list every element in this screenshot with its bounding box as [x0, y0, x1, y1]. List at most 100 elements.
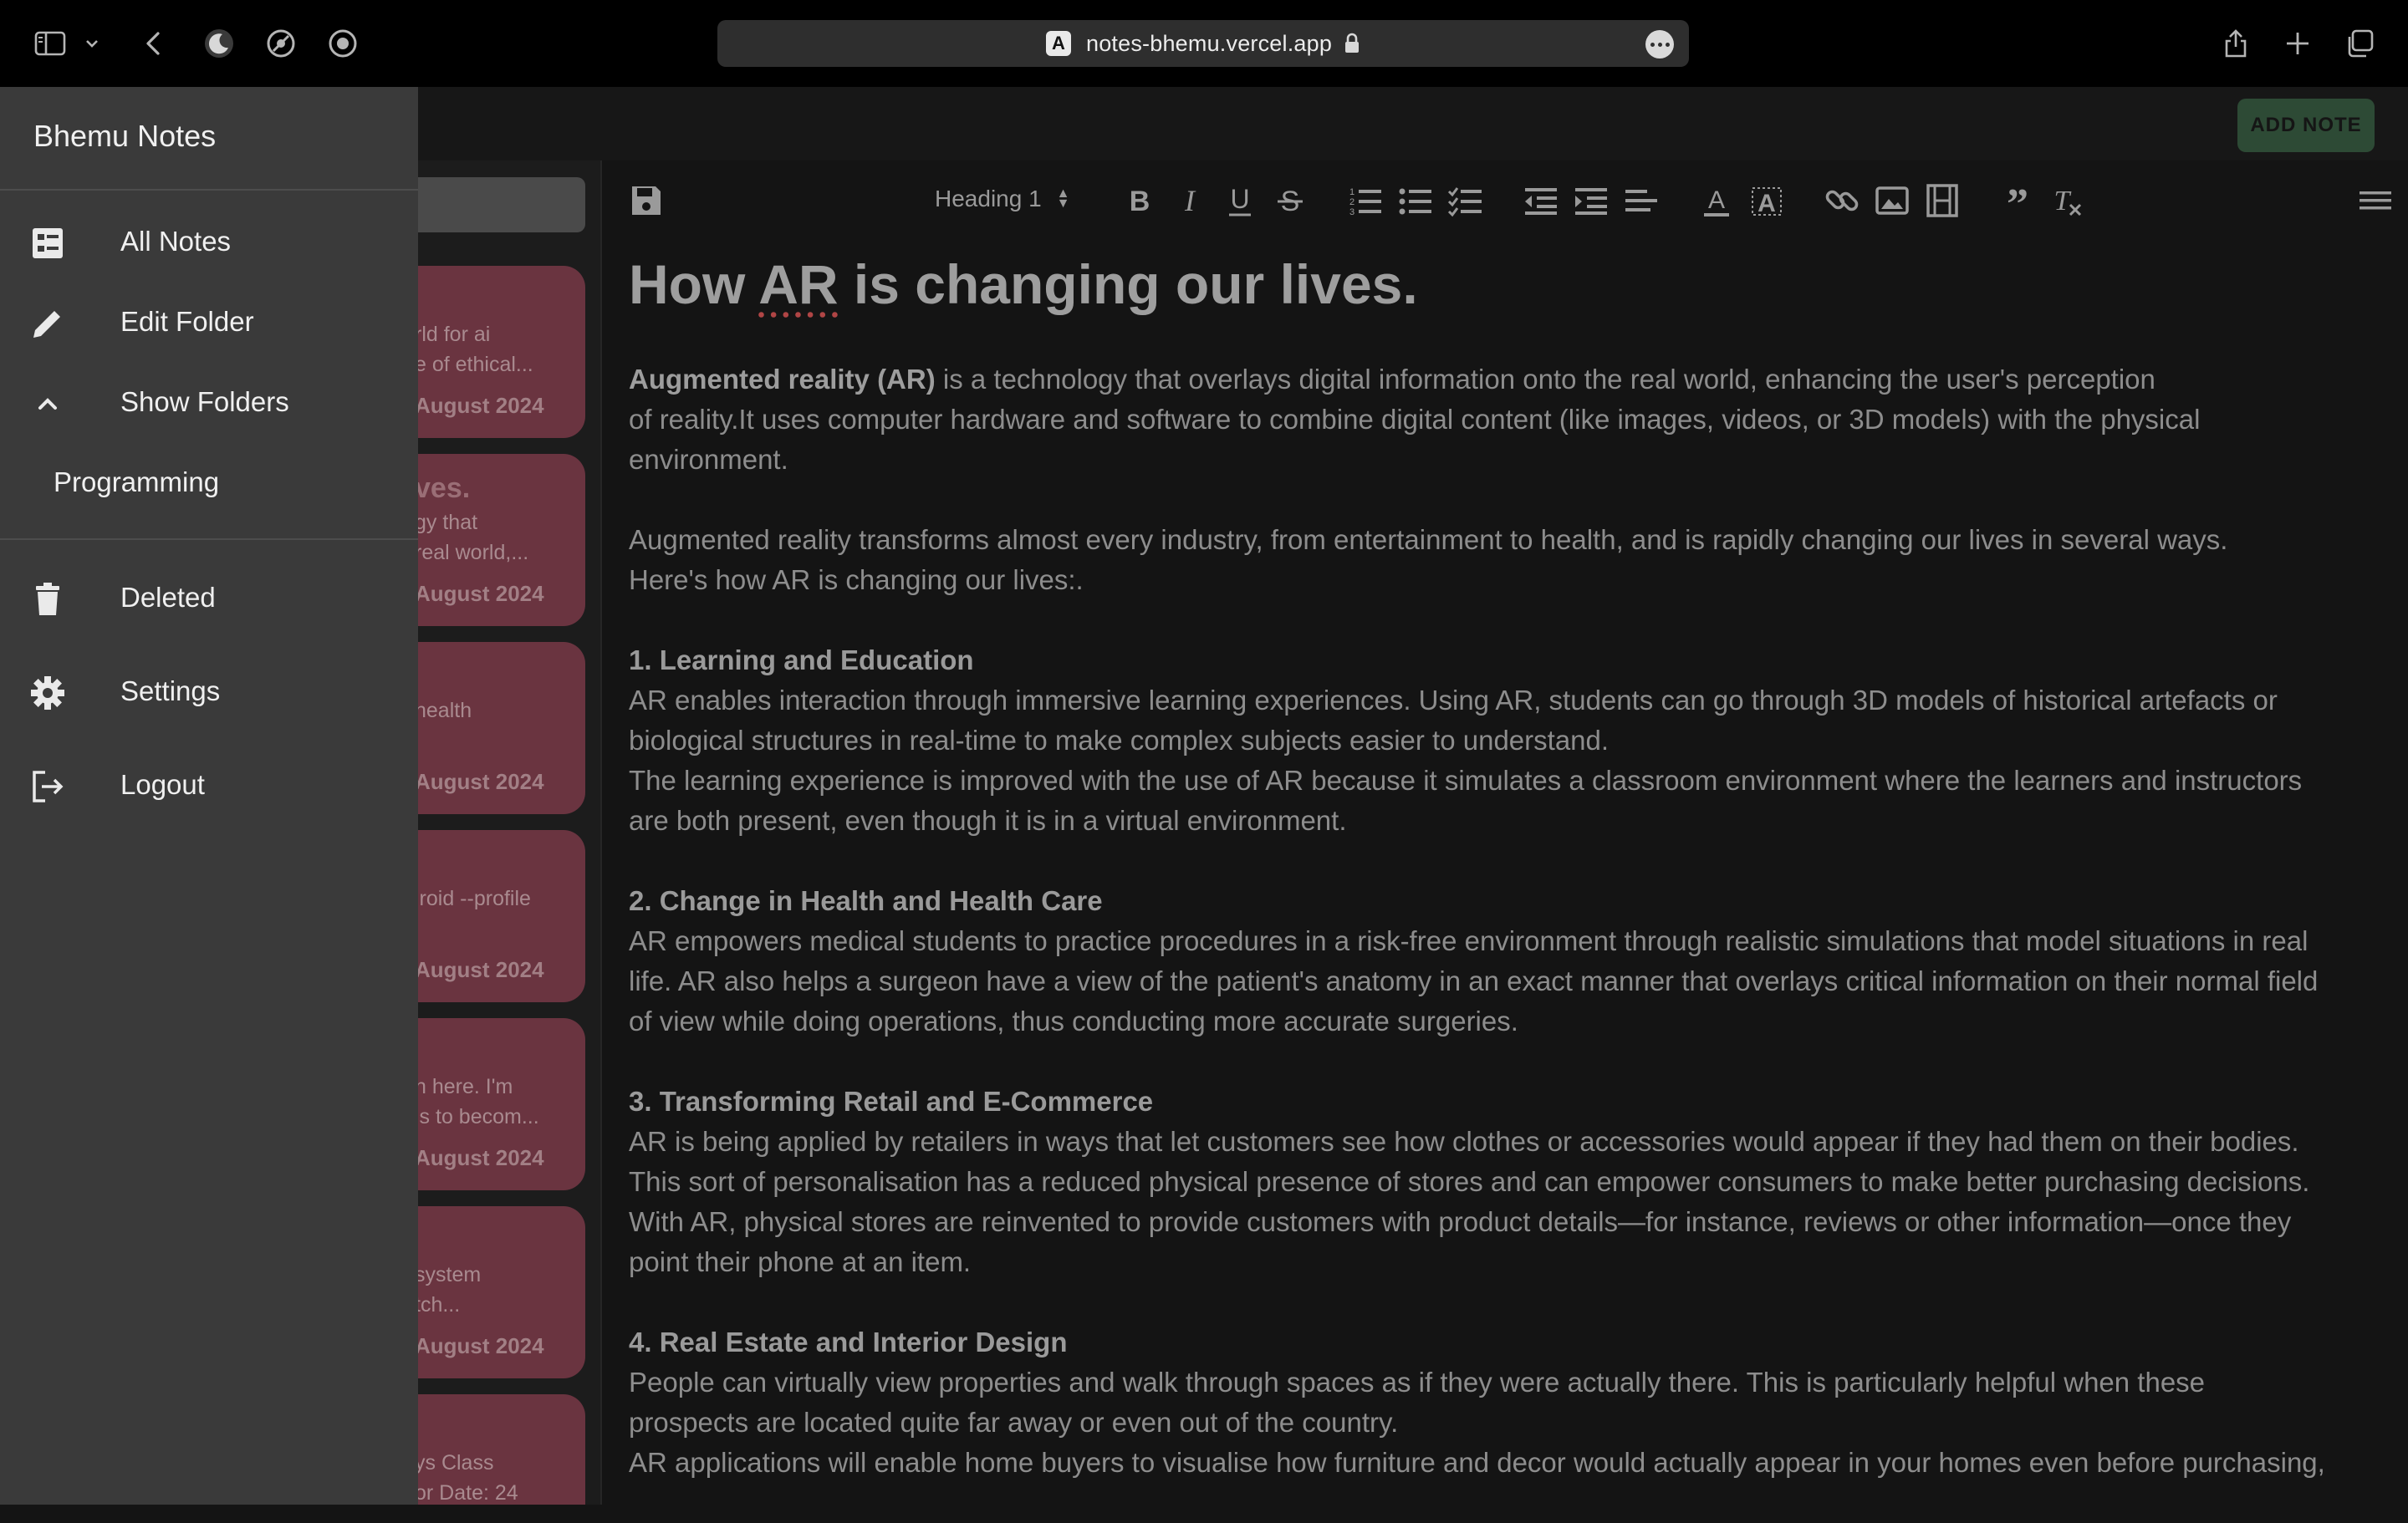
- video-icon[interactable]: [1923, 181, 1962, 220]
- page-menu-icon[interactable]: [1645, 30, 1674, 59]
- spellcheck-word: AR: [758, 253, 839, 315]
- drawer-item-label: Settings: [120, 675, 221, 706]
- drawer-item-show-folders[interactable]: Show Folders: [0, 366, 418, 441]
- url-text: notes-bhemu.vercel.app: [1086, 30, 1333, 56]
- text-color-icon[interactable]: A: [1697, 181, 1736, 220]
- paragraph: Augmented reality transforms almost ever…: [629, 524, 2228, 595]
- svg-text:”: ”: [2007, 181, 2028, 220]
- drawer-item-logout[interactable]: Logout: [0, 749, 418, 824]
- back-arrow-icon[interactable]: [137, 27, 171, 60]
- svg-text:I: I: [1184, 184, 1196, 217]
- drawer-item-label: All Notes: [120, 226, 232, 257]
- ordered-list-icon[interactable]: 123: [1346, 181, 1385, 220]
- section-heading: 2. Change in Health and Health Care: [629, 885, 1103, 916]
- address-bar[interactable]: A notes-bhemu.vercel.app: [717, 20, 1689, 67]
- heading-select-value: Heading 1: [935, 186, 1042, 211]
- save-icon[interactable]: [627, 181, 666, 220]
- extension-icon[interactable]: [326, 27, 360, 60]
- browser-toolbar: A notes-bhemu.vercel.app: [0, 0, 2408, 87]
- blockquote-icon[interactable]: ”: [1998, 181, 2037, 220]
- outdent-icon[interactable]: [1522, 181, 1560, 220]
- strikethrough-icon[interactable]: S: [1271, 181, 1309, 220]
- note-title: ves.: [415, 472, 471, 504]
- svg-text:U: U: [1230, 184, 1249, 214]
- tab-overview-icon[interactable]: [2343, 27, 2376, 60]
- image-icon[interactable]: [1873, 181, 1911, 220]
- drawer-title: Bhemu Notes: [33, 119, 217, 153]
- notes-list-icon: [28, 224, 67, 262]
- menu-icon[interactable]: [2356, 181, 2395, 220]
- note-snippet: rld for ai e of ethical...: [415, 323, 533, 376]
- note-date: August 2024: [415, 581, 544, 606]
- note-date: August 2024: [415, 1145, 544, 1170]
- editor-toolbar: Heading 1 ▲ ▼ B I U S 123 A A ” T: [602, 160, 2408, 244]
- section-retail: 3. Transforming Retail and E-Commerce AR…: [629, 1082, 2393, 1282]
- share-icon[interactable]: [2219, 27, 2252, 60]
- updown-icon: ▲ ▼: [1056, 186, 1070, 211]
- clear-format-icon[interactable]: T: [2048, 181, 2087, 220]
- blocker-icon[interactable]: [264, 27, 298, 60]
- section-real-estate: 4. Real Estate and Interior Design Peopl…: [629, 1322, 2393, 1483]
- add-note-button[interactable]: ADD NOTE: [2237, 99, 2375, 152]
- trash-icon: [28, 580, 67, 619]
- note-date: August 2024: [415, 1333, 544, 1358]
- indent-icon[interactable]: [1572, 181, 1610, 220]
- highlight-color-icon[interactable]: A: [1747, 181, 1786, 220]
- note-editor: Heading 1 ▲ ▼ B I U S 123 A A ” T How AR…: [602, 160, 2408, 1505]
- folder-item-programming[interactable]: Programming: [54, 466, 219, 498]
- note-date: August 2024: [415, 769, 544, 794]
- section-text: AR enables interaction through immersive…: [629, 685, 2303, 836]
- checklist-icon[interactable]: [1446, 181, 1485, 220]
- svg-text:A: A: [1758, 190, 1776, 217]
- drawer-item-all-notes[interactable]: All Notes: [0, 206, 418, 281]
- note-date: August 2024: [415, 393, 544, 418]
- svg-text:T: T: [2054, 186, 2072, 216]
- section-heading: 1. Learning and Education: [629, 644, 974, 675]
- section-heading: 3. Transforming Retail and E-Commerce: [629, 1086, 1154, 1117]
- note-content[interactable]: How AR is changing our lives. Augmented …: [629, 251, 2393, 1523]
- chevron-down-icon[interactable]: [82, 27, 102, 60]
- new-tab-icon[interactable]: [2281, 27, 2314, 60]
- chevron-up-icon: [28, 385, 67, 423]
- note-snippet: health: [415, 699, 472, 722]
- section-heading: 4. Real Estate and Interior Design: [629, 1327, 1068, 1357]
- bullet-list-icon[interactable]: [1396, 181, 1435, 220]
- drawer-item-edit-folder[interactable]: Edit Folder: [0, 286, 418, 361]
- section-learning: 1. Learning and Education AR enables int…: [629, 640, 2393, 841]
- drawer-item-label: Logout: [120, 769, 205, 800]
- gear-icon: [28, 674, 67, 712]
- align-left-icon[interactable]: [1622, 181, 1661, 220]
- underline-icon[interactable]: U: [1221, 181, 1259, 220]
- svg-text:3: 3: [1349, 207, 1354, 217]
- bold-icon[interactable]: B: [1120, 181, 1159, 220]
- pencil-icon: [28, 304, 67, 343]
- heading-select[interactable]: Heading 1 ▲ ▼: [935, 186, 1070, 212]
- link-icon[interactable]: [1823, 181, 1861, 220]
- note-snippet: gy that real world,...: [415, 511, 529, 564]
- note-snippet: lroid --profile: [415, 887, 531, 910]
- note-date: August 2024: [415, 957, 544, 982]
- intro-paragraph: Augmented reality (AR) is a technology t…: [629, 364, 2201, 475]
- dark-mode-icon[interactable]: [202, 27, 236, 60]
- note-title-heading: How AR is changing our lives.: [629, 253, 1418, 315]
- divider: [0, 189, 418, 191]
- note-snippet: n here. I'm is to becom...: [415, 1075, 539, 1128]
- italic-icon[interactable]: I: [1171, 181, 1209, 220]
- note-snippet: ys Class or Date: 24: [415, 1451, 518, 1505]
- svg-text:A: A: [1708, 186, 1725, 214]
- note-snippet: system tch...: [415, 1263, 482, 1317]
- navigation-drawer: Bhemu Notes All Notes Edit Folder Show F…: [0, 87, 418, 1505]
- svg-text:1: 1: [1349, 187, 1354, 197]
- drawer-item-deleted[interactable]: Deleted: [0, 562, 418, 637]
- sidebar-toggle-icon[interactable]: [33, 27, 67, 60]
- drawer-item-label: Edit Folder: [120, 306, 254, 337]
- site-favicon-icon: A: [1046, 31, 1071, 56]
- divider: [0, 538, 418, 540]
- logout-icon: [28, 767, 67, 806]
- drawer-item-label: Show Folders: [120, 386, 289, 417]
- section-text: AR is being applied by retailers in ways…: [629, 1126, 2310, 1277]
- section-text: People can virtually view properties and…: [629, 1367, 2325, 1478]
- section-health: 2. Change in Health and Health Care AR e…: [629, 881, 2393, 1042]
- drawer-item-settings[interactable]: Settings: [0, 655, 418, 731]
- svg-text:2: 2: [1349, 197, 1354, 207]
